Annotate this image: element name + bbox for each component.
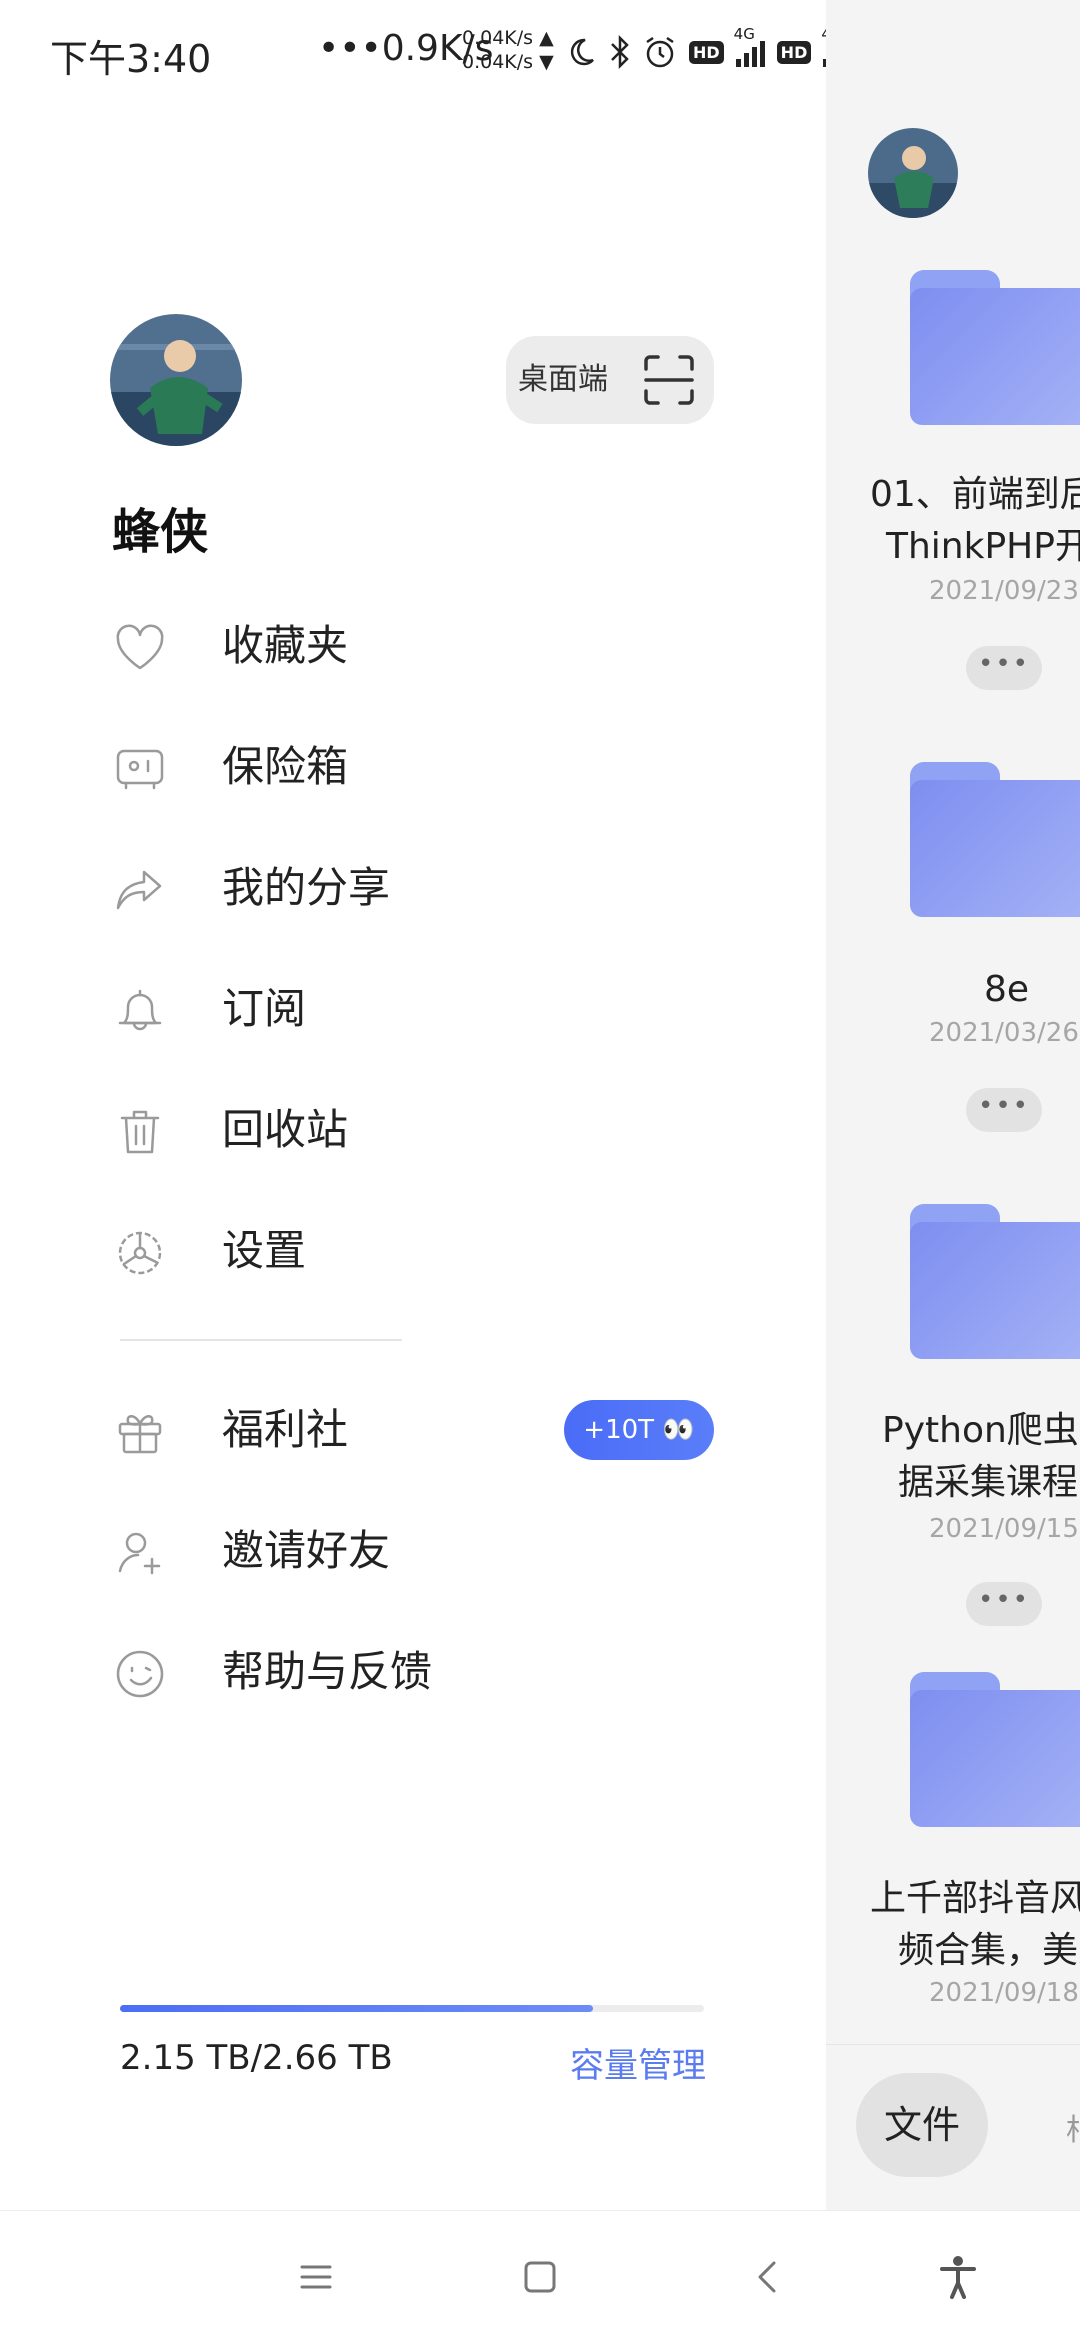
file-name[interactable]: Python爬虫: [882, 1406, 1080, 1456]
menu-label: 回收站: [222, 1105, 349, 1154]
storage-progress: [120, 2005, 704, 2012]
settings-icon: [118, 1231, 162, 1275]
menu-my-share[interactable]: 我的分享: [0, 838, 826, 938]
avatar[interactable]: [110, 314, 242, 446]
menu-icon[interactable]: [288, 2249, 344, 2305]
share-icon: [116, 870, 162, 910]
folder-icon[interactable]: [910, 1672, 1080, 1827]
desktop-button[interactable]: 桌面端: [506, 336, 714, 424]
safe-icon: [116, 749, 164, 790]
folder-icon[interactable]: [910, 1204, 1080, 1359]
tab-photos[interactable]: 相: [1066, 2105, 1080, 2149]
heart-icon: [116, 624, 164, 670]
hd-badge-2: HD: [776, 40, 812, 64]
promo-badge[interactable]: +10T 👀: [564, 1400, 714, 1460]
menu-help-feedback[interactable]: 帮助与反馈: [0, 1622, 826, 1722]
file-date: 2021/09/15: [929, 1514, 1079, 1544]
divider: [120, 1339, 402, 1341]
username: 蜂侠: [112, 504, 209, 560]
menu-label: 设置: [222, 1226, 307, 1275]
storage-progress-fill: [120, 2005, 594, 2012]
alarm-icon: [646, 36, 674, 68]
capacity-manage-link[interactable]: 容量管理: [570, 2038, 706, 2087]
home-icon[interactable]: [512, 2249, 568, 2305]
more-button[interactable]: •••: [966, 1582, 1042, 1626]
signal-icon: 4G: [734, 25, 765, 67]
scan-icon: [644, 355, 694, 405]
side-drawer: 桌面端 蜂侠 收藏夹 保险箱 我的分享 订阅 回收站 设置 福利社 +10T 👀: [0, 100, 826, 2210]
more-button[interactable]: •••: [966, 1088, 1042, 1132]
bluetooth-icon: [611, 35, 629, 69]
file-name[interactable]: 上千部抖音风: [870, 1874, 1080, 1924]
status-down-speed: 0.04K/s ▼: [462, 51, 554, 73]
menu-label: 福利社: [222, 1405, 349, 1454]
moon-icon: [570, 38, 594, 66]
file-name[interactable]: 8e: [984, 965, 1080, 1015]
file-date: 2021/03/26: [929, 1018, 1079, 1048]
status-time: 下午3:40: [50, 37, 212, 81]
menu-label: 收藏夹: [222, 621, 349, 670]
menu-settings[interactable]: 设置: [0, 1201, 826, 1301]
menu-label: 帮助与反馈: [222, 1647, 433, 1696]
gift-icon: [118, 1415, 162, 1454]
bottom-tab-bar: 文件 相: [826, 2044, 1080, 2210]
desktop-button-label: 桌面端: [518, 362, 608, 397]
file-date: 2021/09/18: [929, 1978, 1079, 2008]
file-date: 2021/09/23: [929, 576, 1079, 606]
more-button[interactable]: •••: [966, 646, 1042, 690]
file-name[interactable]: 01、前端到后: [870, 470, 1080, 520]
tab-file[interactable]: 文件: [856, 2073, 988, 2177]
menu-label: 保险箱: [222, 742, 349, 791]
trash-icon: [120, 1110, 160, 1154]
menu-subscribe[interactable]: 订阅: [0, 959, 826, 1059]
menu-invite-friends[interactable]: 邀请好友: [0, 1501, 826, 1601]
file-name-line2[interactable]: ThinkPHP开: [886, 522, 1080, 572]
menu-safe[interactable]: 保险箱: [0, 717, 826, 817]
folder-icon[interactable]: [910, 270, 1080, 425]
hd-badge: HD: [689, 40, 724, 64]
system-nav-bar: [0, 2210, 1080, 2341]
folder-icon[interactable]: [910, 762, 1080, 917]
menu-label: 订阅: [222, 984, 307, 1033]
file-list-panel: 01、前端到后 ThinkPHP开 2021/09/23 ••• 8e 2021…: [826, 0, 1080, 2210]
smile-icon: [116, 1650, 164, 1698]
add-user-icon: [118, 1532, 161, 1575]
accessibility-icon[interactable]: [930, 2249, 986, 2305]
status-updown-speed: 0.04K/s ▲ 0.04K/s ▼: [462, 26, 554, 74]
menu-label: 我的分享: [222, 863, 391, 912]
file-name-line2[interactable]: 据采集课程: [898, 1458, 1080, 1508]
network-type: 4G: [733, 25, 755, 43]
header-avatar[interactable]: [868, 128, 958, 218]
menu-recycle-bin[interactable]: 回收站: [0, 1080, 826, 1180]
storage-usage-text: 2.15 TB/2.66 TB: [120, 2038, 393, 2078]
bell-icon: [118, 989, 162, 1031]
back-icon[interactable]: [740, 2249, 796, 2305]
status-up-speed: 0.04K/s ▲: [462, 27, 554, 49]
menu-label: 邀请好友: [222, 1526, 391, 1575]
file-name-line2[interactable]: 频合集，美女: [898, 1926, 1080, 1976]
menu-favorites[interactable]: 收藏夹: [0, 596, 826, 696]
